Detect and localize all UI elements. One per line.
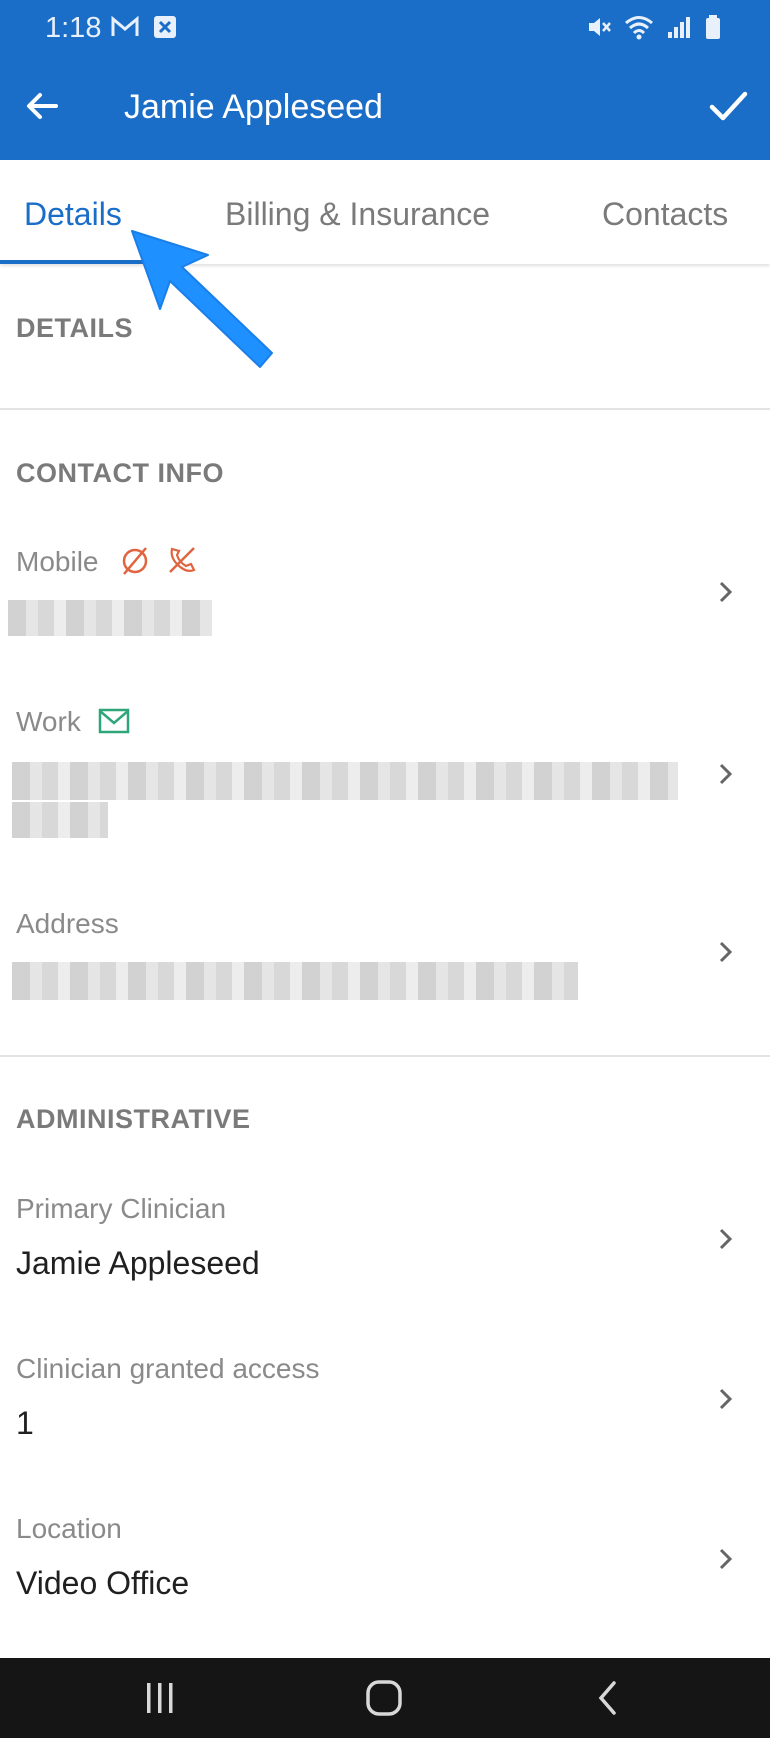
mobile-row[interactable]: Mobile [0, 530, 770, 660]
divider [0, 1055, 770, 1057]
recents-icon[interactable] [142, 1680, 178, 1716]
no-call-icon [169, 547, 196, 573]
location-value: Video Office [16, 1565, 190, 1601]
tab-details[interactable]: Details [24, 196, 122, 233]
check-icon[interactable] [704, 82, 752, 130]
email-icon [98, 708, 130, 734]
chevron-right-icon [719, 581, 733, 603]
primary-clinician-row[interactable]: Primary Clinician Jamie Appleseed [0, 1175, 770, 1305]
back-arrow-icon[interactable] [20, 84, 64, 128]
status-left-icons [110, 14, 178, 40]
primary-clinician-label: Primary Clinician [16, 1193, 227, 1224]
app-notification-icon [154, 16, 176, 38]
clinician-access-row[interactable]: Clinician granted access 1 [0, 1335, 770, 1465]
work-row[interactable]: Work [0, 690, 770, 860]
mobile-value-redacted [8, 600, 212, 636]
no-sms-icon [122, 547, 148, 575]
section-header-details: DETAILS [16, 313, 133, 343]
clinician-access-label: Clinician granted access [16, 1353, 320, 1384]
work-value-redacted [12, 762, 678, 800]
home-icon[interactable] [364, 1678, 404, 1718]
chevron-right-icon [719, 1228, 733, 1250]
mobile-label: Mobile [16, 546, 99, 577]
address-row[interactable]: Address [0, 892, 770, 1022]
location-label: Location [16, 1513, 122, 1544]
signal-icon [668, 17, 690, 38]
tab-bar: Details Billing & Insurance Contacts [0, 160, 770, 264]
annotation-arrow-icon [131, 230, 273, 368]
mute-icon [589, 18, 611, 36]
divider [0, 408, 770, 410]
status-time: 1:18 [45, 12, 102, 44]
status-bar: 1:18 [0, 0, 770, 58]
address-value-redacted [12, 962, 578, 1000]
work-value-redacted-line2 [12, 802, 108, 838]
back-icon[interactable] [594, 1680, 622, 1716]
gmail-icon [111, 15, 139, 36]
chevron-right-icon [719, 941, 733, 963]
status-right-icons [586, 14, 722, 40]
section-header-contact-info: CONTACT INFO [16, 458, 224, 488]
primary-clinician-value: Jamie Appleseed [16, 1245, 260, 1281]
location-row[interactable]: Location Video Office [0, 1495, 770, 1625]
section-header-administrative: ADMINISTRATIVE [16, 1104, 251, 1134]
clinician-access-value: 1 [16, 1405, 34, 1441]
chevron-right-icon [719, 1388, 733, 1410]
tab-contacts[interactable]: Contacts [602, 196, 728, 233]
wifi-icon [625, 16, 653, 40]
work-label: Work [16, 706, 81, 737]
battery-icon [706, 15, 720, 39]
system-nav-bar [0, 1658, 770, 1738]
page-title: Jamie Appleseed [124, 88, 383, 126]
address-label: Address [16, 908, 119, 939]
chevron-right-icon [719, 1548, 733, 1570]
app-bar: Jamie Appleseed [0, 58, 770, 160]
chevron-right-icon [719, 763, 733, 785]
